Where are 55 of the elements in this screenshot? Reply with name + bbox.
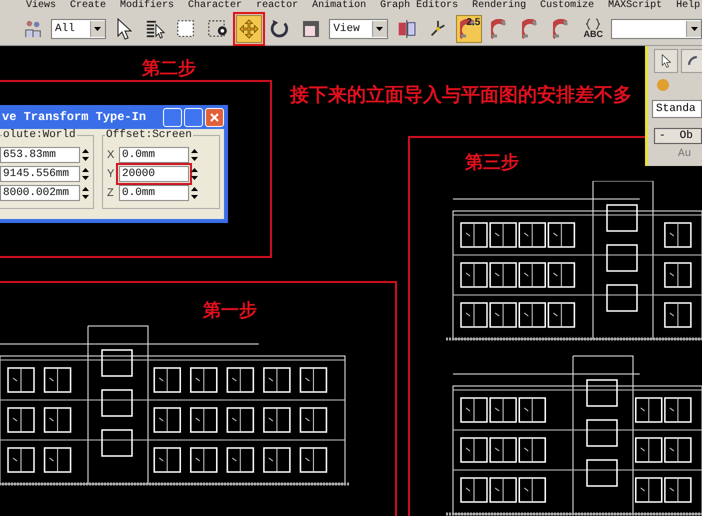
sphere-icon [654, 77, 672, 91]
spinner-icon[interactable] [191, 167, 198, 181]
snap-toggle[interactable]: 2.5 [456, 14, 482, 42]
input-field[interactable]: 0.0mm [119, 185, 189, 201]
maximize-button[interactable] [184, 108, 203, 126]
step-label: 第二步 [142, 57, 196, 80]
menu-item[interactable]: Animation [312, 0, 366, 12]
step-label: 第一步 [203, 299, 257, 322]
step-label: 第三步 [465, 151, 519, 174]
menu-item[interactable]: reactor [256, 0, 298, 12]
dropdown[interactable] [611, 18, 702, 38]
caret-icon [376, 26, 384, 30]
caret-icon [690, 26, 698, 30]
menu-item[interactable]: Rendering [472, 0, 526, 12]
input-field[interactable]: 0.0mm [119, 147, 189, 163]
menu-item[interactable]: Create [70, 0, 106, 12]
rollout-text: Au [678, 148, 692, 160]
field-label: Z [107, 187, 115, 199]
menu-item[interactable]: Views [26, 0, 56, 12]
pivot-mirror-icon [396, 18, 418, 40]
rotate-arrow-icon [270, 18, 290, 40]
category-dropdown[interactable]: Standa [652, 100, 702, 118]
close-button[interactable] [205, 108, 224, 126]
menu-item[interactable]: Character [188, 0, 242, 12]
spinner-icon[interactable] [82, 186, 89, 200]
panel-tab[interactable] [654, 49, 678, 73]
dropdown[interactable]: All [51, 18, 106, 38]
caret-icon [94, 26, 102, 30]
input-field[interactable]: 8000.002mm [0, 185, 80, 201]
cursor-icon [116, 18, 132, 40]
spinner-icon[interactable] [82, 148, 89, 162]
menu-item[interactable]: Customize [540, 0, 594, 12]
menu-item[interactable]: Graph Editors [380, 0, 458, 12]
field-label: Y [107, 168, 116, 180]
braces-icon [585, 18, 602, 30]
spinner-icon[interactable] [191, 186, 198, 200]
dialog-title: ve Transform Type-In [2, 110, 146, 124]
rollout-header[interactable]: - Ob [654, 128, 702, 144]
minimize-button[interactable] [163, 108, 182, 126]
field-label: X [107, 149, 116, 161]
spinner-icon[interactable] [191, 148, 198, 162]
input-field[interactable]: 653.83mm [0, 147, 80, 163]
menu-item[interactable]: MAXScript [608, 0, 662, 12]
dashed-rectangle-icon [176, 18, 196, 40]
move-arrows-icon [239, 18, 260, 40]
dashed-rectangle-circle-icon [206, 18, 228, 40]
annotation-note: 接下来的立面导入与平面图的安排差不多 [290, 84, 632, 108]
menu-item[interactable]: Help [676, 0, 700, 12]
input-field[interactable]: 20000 [119, 166, 189, 182]
spinner-icon[interactable] [82, 167, 89, 181]
input-field[interactable]: 9145.556mm [0, 166, 80, 182]
dropdown[interactable]: View [329, 18, 388, 38]
menu-item[interactable]: Modifiers [120, 0, 174, 12]
scale-square-icon [301, 18, 322, 38]
close-icon [210, 112, 219, 122]
